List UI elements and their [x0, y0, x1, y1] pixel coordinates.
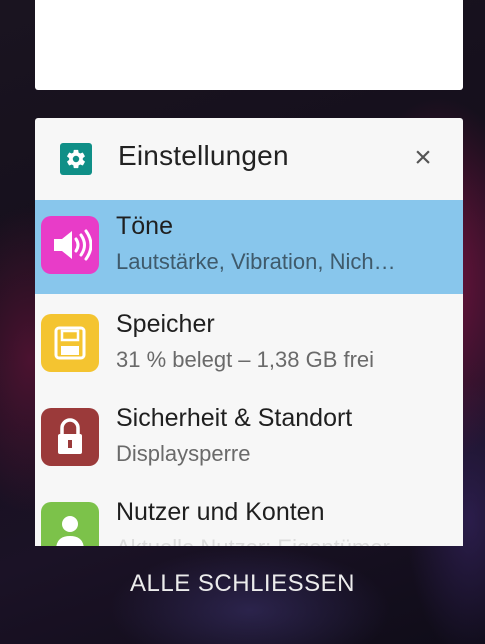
gear-icon	[60, 143, 92, 175]
list-item-speicher[interactable]: Speicher 31 % belegt – 1,38 GB frei	[35, 298, 463, 392]
lock-icon	[41, 408, 99, 466]
list-item-title: Töne	[116, 212, 173, 240]
list-item-subtitle: Aktuelle Nutzer: Eigentümer	[116, 535, 456, 546]
close-all-button[interactable]: ALLE SCHLIESSEN	[0, 570, 485, 598]
close-card-button[interactable]: ×	[407, 142, 439, 174]
user-icon	[41, 502, 99, 546]
list-item-title: Speicher	[116, 310, 215, 338]
list-item-subtitle: Lautstärke, Vibration, Nich…	[116, 249, 396, 274]
speaker-icon	[41, 216, 99, 274]
list-item-subtitle: 31 % belegt – 1,38 GB frei	[116, 347, 375, 372]
list-item-subtitle: Displaysperre	[116, 441, 251, 466]
list-item-nutzer[interactable]: Nutzer und Konten Aktuelle Nutzer: Eigen…	[35, 486, 463, 546]
list-item-title: Sicherheit & Standort	[116, 404, 353, 432]
app-title: Einstellungen	[118, 140, 289, 171]
card-header: Einstellungen ×	[35, 118, 463, 200]
list-item-title: Nutzer und Konten	[116, 498, 325, 526]
recent-app-card[interactable]: Einstellungen × Töne Lautstärke, Vibrati…	[35, 118, 463, 546]
list-item-sicherheit[interactable]: Sicherheit & Standort Displaysperre	[35, 392, 463, 486]
previous-recent-card[interactable]	[35, 0, 463, 90]
list-item-toene[interactable]: Töne Lautstärke, Vibration, Nich…	[35, 200, 463, 294]
storage-icon	[41, 314, 99, 372]
